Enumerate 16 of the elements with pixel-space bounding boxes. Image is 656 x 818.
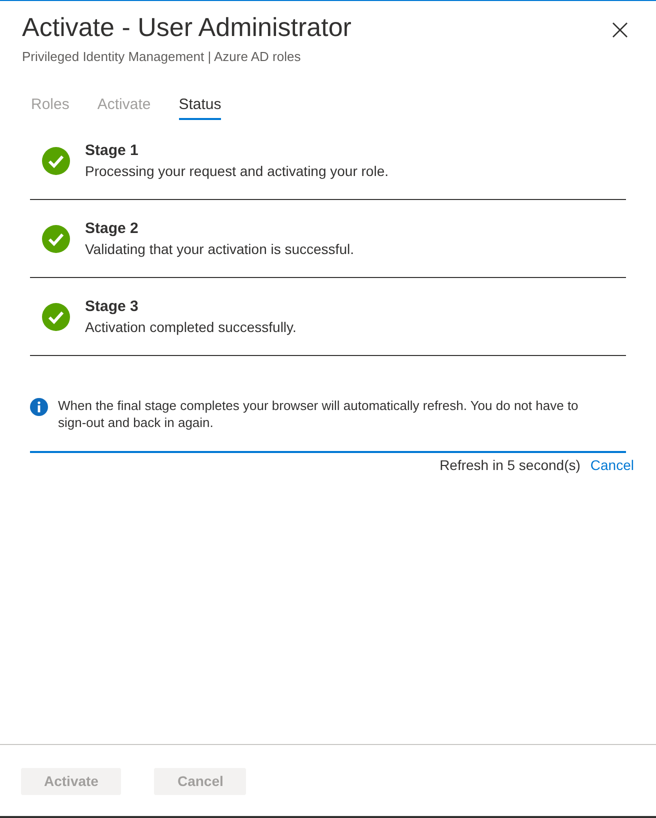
tab[interactable]: Status bbox=[178, 95, 222, 120]
info-icon bbox=[30, 398, 48, 416]
close-icon[interactable] bbox=[612, 22, 628, 38]
stage-description: Validating that your activation is successful. bbox=[85, 240, 354, 258]
refresh-countdown: Refresh in 5 second(s) bbox=[440, 456, 580, 475]
stage-title: Stage 3 bbox=[85, 296, 140, 316]
stage-description: Activation completed successfully. bbox=[85, 318, 296, 336]
stage-title: Stage 2 bbox=[85, 218, 140, 238]
tab[interactable]: Roles bbox=[31, 95, 70, 120]
stage-description: Processing your request and activating your role. bbox=[85, 162, 388, 180]
cancel-link[interactable]: Cancel bbox=[590, 455, 634, 475]
stage-title: Stage 1 bbox=[85, 140, 140, 160]
panel-subtitle: Privileged Identity Management | Azure AD roles bbox=[22, 48, 302, 66]
tab[interactable]: Activate bbox=[97, 95, 151, 120]
panel-title: Activate - User Administrator bbox=[22, 11, 352, 43]
info-message: When the final stage completes your browser will automatically refresh. You do not have to sign-out and back in again. bbox=[58, 397, 580, 431]
